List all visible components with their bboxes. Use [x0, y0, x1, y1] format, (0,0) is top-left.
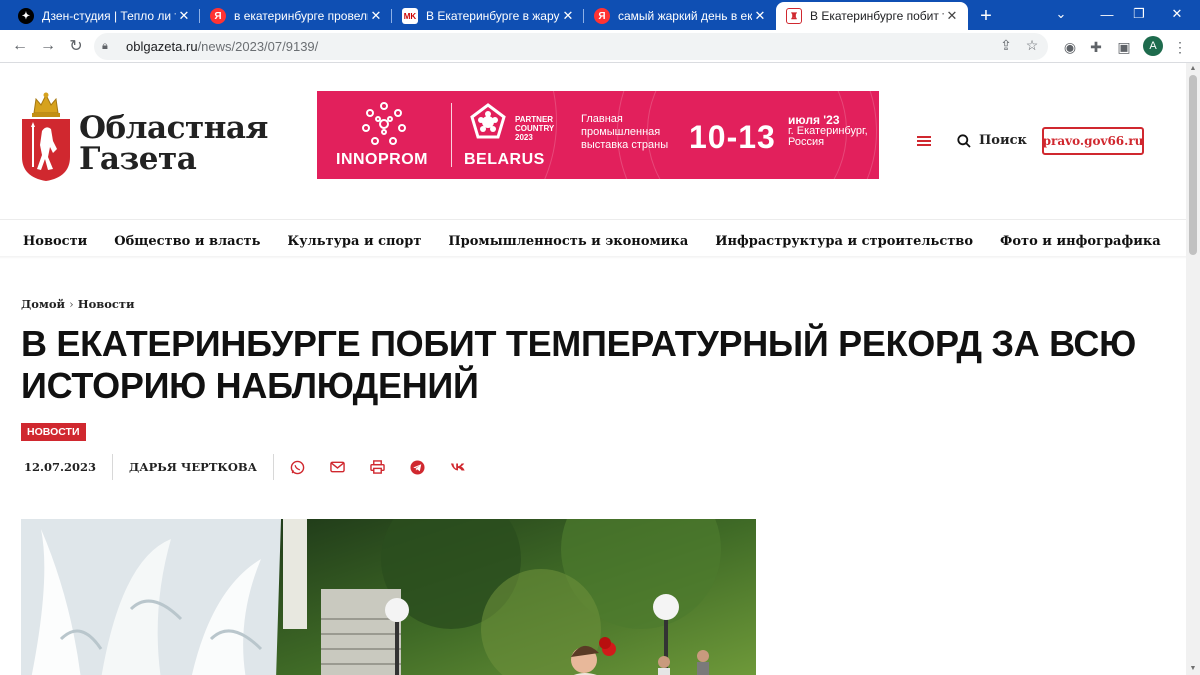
banner-brand: INNOPROM	[336, 151, 428, 168]
whatsapp-icon[interactable]	[290, 459, 306, 475]
yandex-icon: Я	[594, 8, 610, 24]
breadcrumb: Домой › Новости	[21, 297, 135, 311]
banner-dates: 10-13	[689, 119, 776, 155]
logo-wordmark: Областная Газета	[79, 110, 268, 177]
search-button[interactable]: Поиск	[957, 133, 1027, 148]
tab-title: В Екатеринбурге побит тем	[810, 9, 944, 23]
search-icon	[957, 133, 971, 148]
tab-close-icon[interactable]: ✕	[944, 8, 960, 24]
banner-month: июля '23 г. Екатеринбург, Россия	[788, 113, 868, 148]
yandex-icon: Я	[210, 8, 226, 24]
search-label: Поиск	[979, 133, 1027, 148]
web-page: Областная Газета INNOPROM PARTNER COUNTR	[0, 63, 1186, 675]
nav-item-photo[interactable]: Фото и инфографика	[1000, 234, 1161, 249]
partner-country-label: PARTNER COUNTRY 2023	[515, 115, 555, 142]
header-divider	[0, 219, 1186, 220]
bookmark-star-icon[interactable]: ☆	[1020, 33, 1044, 57]
browser-tab[interactable]: MK В Екатеринбурге в жару в к ✕	[392, 2, 584, 30]
browser-tab-active[interactable]: ♜ В Екатеринбурге побит тем ✕	[776, 2, 968, 30]
browser-tab-strip: ✦ Дзен-студия | Тепло ли тебе ✕ Я в екат…	[0, 0, 1200, 30]
tab-title: Дзен-студия | Тепло ли тебе	[42, 9, 176, 23]
share-buttons	[290, 459, 490, 475]
tab-close-icon[interactable]: ✕	[560, 8, 576, 24]
nav-item-culture[interactable]: Культура и спорт	[287, 234, 421, 249]
banner-divider	[451, 103, 452, 167]
back-icon[interactable]: ←	[6, 32, 34, 60]
dzen-icon: ✦	[18, 8, 34, 24]
extension-globe-icon[interactable]: ◉	[1058, 35, 1082, 59]
scrollbar-thumb[interactable]	[1189, 75, 1197, 255]
profile-avatar[interactable]: A	[1143, 36, 1163, 56]
print-icon[interactable]	[370, 459, 386, 475]
nav-item-news[interactable]: Новости	[23, 234, 87, 249]
innoprom-ad-banner[interactable]: INNOPROM PARTNER COUNTRY 2023 BELARUS Гл…	[317, 91, 879, 179]
breadcrumb-section[interactable]: Новости	[78, 297, 135, 311]
browser-tab[interactable]: Я в екатеринбурге провели об ✕	[200, 2, 392, 30]
article-photo	[21, 519, 756, 675]
banner-expo-text: Главная промышленная выставка страны	[581, 113, 669, 151]
browser-tab[interactable]: Я самый жаркий день в екате ✕	[584, 2, 776, 30]
telegram-icon[interactable]	[410, 459, 426, 475]
innoprom-molecule-icon	[362, 102, 406, 145]
site-logo[interactable]: Областная Газета	[20, 91, 268, 183]
tab-close-icon[interactable]: ✕	[752, 8, 768, 24]
browser-toolbar: ← → ↻ 🔒︎ oblgazeta.ru/news/2023/07/9139/…	[0, 30, 1200, 63]
belarus-flower-icon	[470, 103, 506, 139]
pravo-gov66-link[interactable]: pravo.gov66.ru	[1042, 127, 1144, 155]
nav-divider	[0, 256, 1186, 259]
tab-search-icon[interactable]: ⌄	[1038, 0, 1084, 28]
fountain-photo-image	[21, 519, 756, 675]
tab-title: В Екатеринбурге в жару в к	[426, 9, 560, 23]
vk-icon[interactable]	[450, 459, 466, 475]
tab-title: самый жаркий день в екате	[618, 9, 752, 23]
mk-icon: MK	[402, 8, 418, 24]
page-scrollbar[interactable]: ▲ ▼	[1186, 63, 1200, 675]
side-panel-icon[interactable]: ▣	[1112, 35, 1136, 59]
browser-menu-icon[interactable]: ⋮	[1168, 35, 1192, 59]
url-host: oblgazeta.ru	[126, 39, 198, 54]
email-icon[interactable]	[330, 459, 346, 475]
extensions-puzzle-icon[interactable]: ✚	[1084, 35, 1108, 59]
nav-item-industry[interactable]: Промышленность и экономика	[448, 234, 688, 249]
new-tab-button[interactable]: +	[972, 2, 1000, 30]
tab-title: в екатеринбурге провели об	[234, 9, 368, 23]
close-window-icon[interactable]: ✕	[1154, 0, 1200, 28]
oblgazeta-icon: ♜	[786, 8, 802, 24]
address-bar[interactable]: 🔒︎ oblgazeta.ru/news/2023/07/9139/	[94, 33, 1048, 60]
url-path: /news/2023/07/9139/	[197, 39, 319, 54]
breadcrumb-home[interactable]: Домой	[21, 297, 65, 311]
coat-of-arms-icon	[22, 92, 70, 181]
nav-item-society[interactable]: Общество и власть	[114, 234, 260, 249]
lock-icon[interactable]: 🔒︎	[102, 40, 118, 53]
forward-icon[interactable]: →	[34, 32, 62, 60]
banner-country: BELARUS	[464, 151, 545, 168]
tab-close-icon[interactable]: ✕	[176, 8, 192, 24]
hamburger-menu-icon[interactable]	[917, 136, 931, 146]
article-meta: 12.07.2023 ДАРЬЯ ЧЕРТКОВА	[24, 454, 490, 480]
article-author[interactable]: ДАРЬЯ ЧЕРТКОВА	[129, 460, 257, 474]
main-navigation: Новости Общество и власть Культура и спо…	[23, 229, 1186, 253]
article-title: В Екатеринбурге побит температурный реко…	[21, 323, 1136, 406]
nav-item-infrastructure[interactable]: Инфраструктура и строительство	[715, 234, 973, 249]
reload-icon[interactable]: ↻	[62, 32, 90, 60]
share-page-icon[interactable]: ⇪	[994, 33, 1018, 57]
article-date: 12.07.2023	[24, 460, 97, 474]
category-badge[interactable]: НОВОСТИ	[21, 423, 86, 441]
tab-close-icon[interactable]: ✕	[368, 8, 384, 24]
browser-tab[interactable]: ✦ Дзен-студия | Тепло ли тебе ✕	[8, 2, 200, 30]
